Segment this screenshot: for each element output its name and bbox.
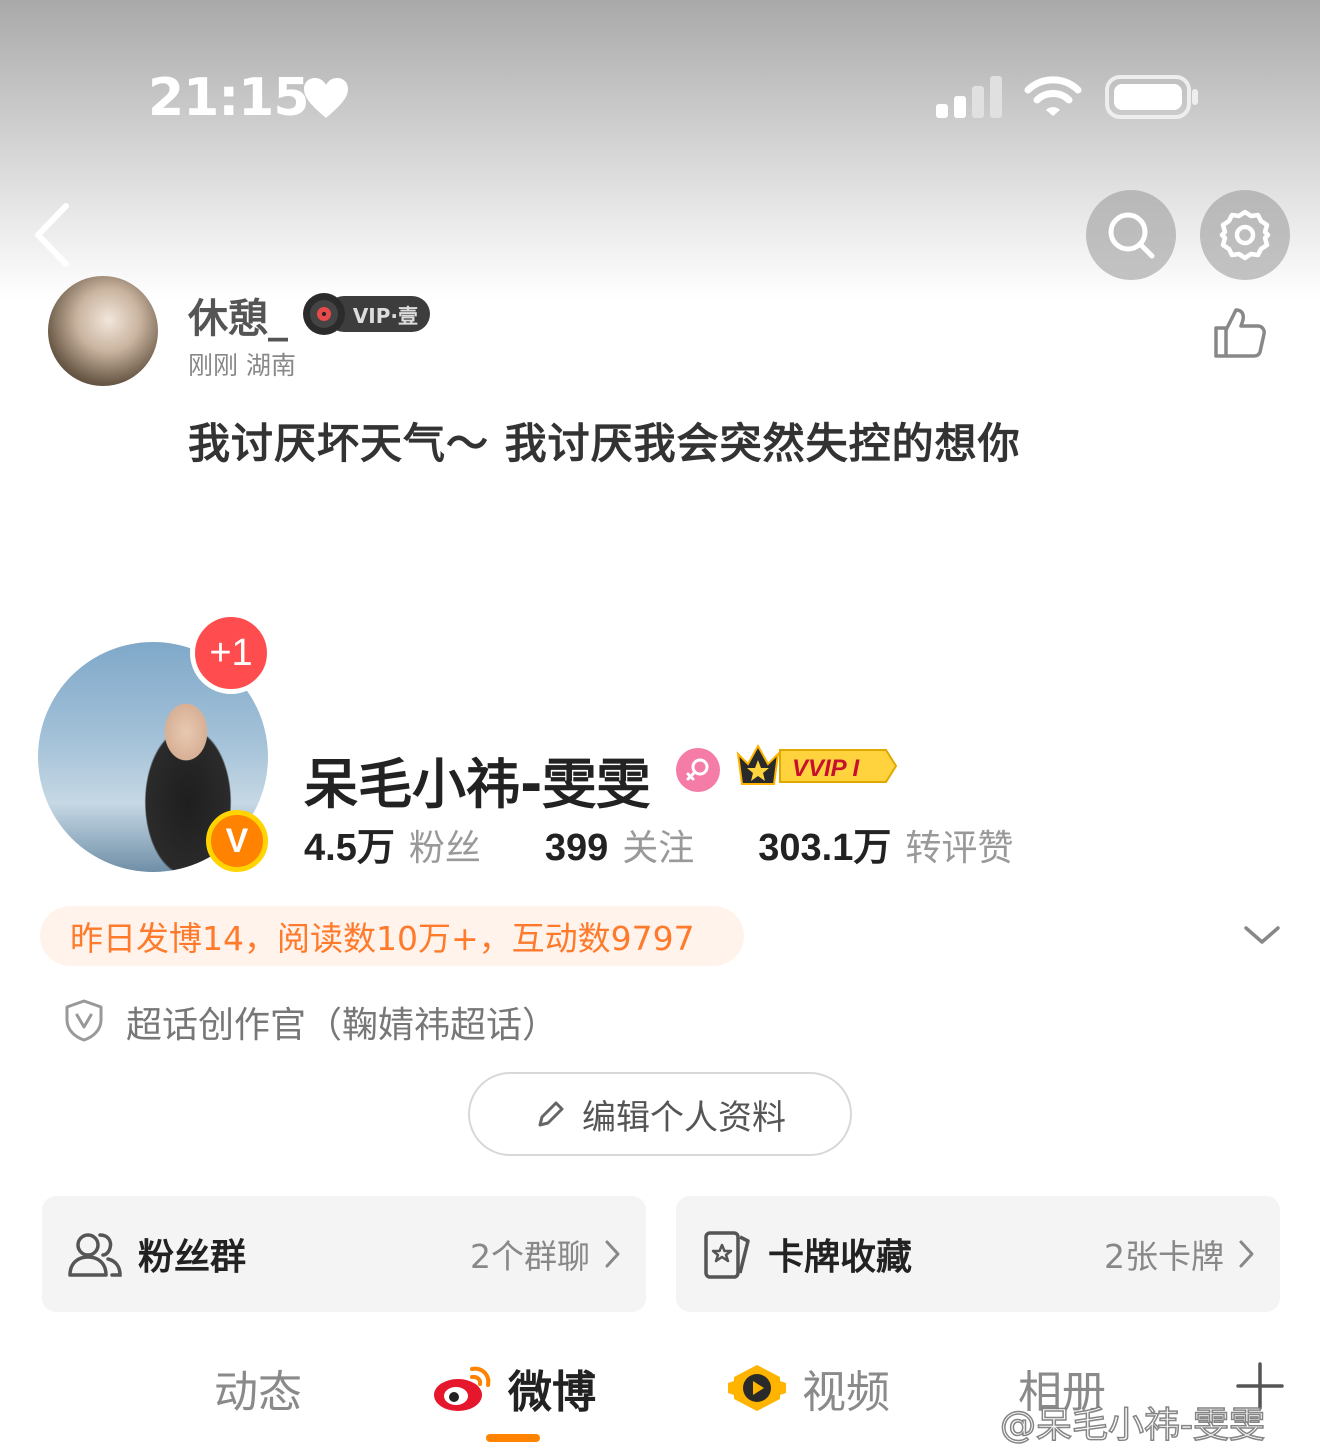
card-collection-count: 2张卡牌 (1104, 1237, 1224, 1276)
tab-weibo-label: 微博 (508, 1367, 596, 1418)
edit-profile-label: 编辑个人资料 (582, 1097, 786, 1138)
verified-v-badge: V (206, 810, 268, 872)
gear-icon (1219, 209, 1271, 261)
profile-stats: 4.5万 粉丝 399 关注 303.1万 转评赞 (304, 816, 1077, 871)
search-icon (1108, 212, 1155, 259)
vvip-crown-badge[interactable]: VVIP I (734, 740, 900, 792)
card-star-icon (704, 1231, 750, 1279)
post-text: 我讨厌坏天气～ 我讨厌我会突然失控的想你 (188, 419, 1021, 468)
card-collection-card[interactable]: 卡牌收藏 2张卡牌 (676, 1196, 1280, 1312)
chevron-right-icon (605, 1240, 620, 1268)
wifi-icon (1024, 76, 1082, 116)
tab-feed[interactable]: 动态 (214, 1356, 302, 1420)
stat-interactions-label: 转评赞 (905, 828, 1014, 869)
stat-following[interactable]: 399 关注 (545, 819, 694, 871)
shield-v-icon (65, 999, 103, 1042)
stat-interactions[interactable]: 303.1万 转评赞 (758, 816, 1013, 871)
super-topic-title[interactable]: 超话创作官（鞠婧祎超话） (126, 996, 558, 1048)
vinyl-record-icon (303, 293, 345, 335)
stat-interactions-value: 303.1万 (758, 827, 892, 869)
vip-badge-label: VIP·壹 (352, 303, 418, 328)
stat-fans-value: 4.5万 (304, 827, 395, 869)
stat-fans[interactable]: 4.5万 粉丝 (304, 816, 481, 871)
fans-group-card[interactable]: 粉丝群 2个群聊 (42, 1196, 646, 1312)
tab-video[interactable]: 视频 (726, 1356, 890, 1420)
fans-group-count: 2个群聊 (470, 1237, 590, 1276)
like-thumb-icon[interactable] (1212, 304, 1268, 360)
post-author-avatar[interactable] (48, 276, 158, 386)
fans-group-title: 粉丝群 (138, 1237, 247, 1278)
back-arrow-icon[interactable] (30, 200, 74, 270)
post-author-name[interactable]: 休憩_ (188, 286, 288, 344)
card-collection-title: 卡牌收藏 (768, 1237, 913, 1278)
female-gender-icon (676, 748, 720, 792)
stat-following-label: 关注 (622, 828, 695, 869)
weibo-logo-icon (434, 1366, 491, 1411)
heart-icon (304, 78, 348, 118)
stat-fans-label: 粉丝 (408, 828, 481, 869)
chevron-down-icon[interactable] (1240, 918, 1284, 952)
video-play-icon (728, 1365, 786, 1411)
vvip-badge-label: VVIP I (792, 755, 860, 782)
battery-icon (1105, 75, 1198, 119)
edit-profile-button[interactable]: 编辑个人资料 (468, 1072, 852, 1156)
tab-weibo[interactable]: 微博 (432, 1356, 596, 1420)
cellular-signal-icon (936, 76, 1002, 118)
active-tab-indicator (486, 1434, 540, 1442)
watermark: @呆毛小祎-雯雯 (999, 1404, 1266, 1447)
group-users-icon (68, 1233, 122, 1277)
post-meta: 刚刚 湖南 (188, 351, 296, 380)
profile-name: 呆毛小祎-雯雯 (304, 753, 651, 816)
avatar-notification-badge[interactable]: +1 (190, 612, 272, 694)
tab-video-label: 视频 (802, 1367, 890, 1418)
tab-feed-label: 动态 (214, 1367, 302, 1418)
status-time: 21:15 (148, 68, 310, 128)
activity-summary[interactable]: 昨日发博14，阅读数10万+，互动数9797 (40, 906, 744, 966)
stat-following-value: 399 (544, 827, 609, 869)
settings-button[interactable] (1200, 190, 1290, 280)
pencil-icon (538, 1101, 564, 1127)
search-button[interactable] (1086, 190, 1176, 280)
chevron-right-icon (1239, 1240, 1254, 1268)
